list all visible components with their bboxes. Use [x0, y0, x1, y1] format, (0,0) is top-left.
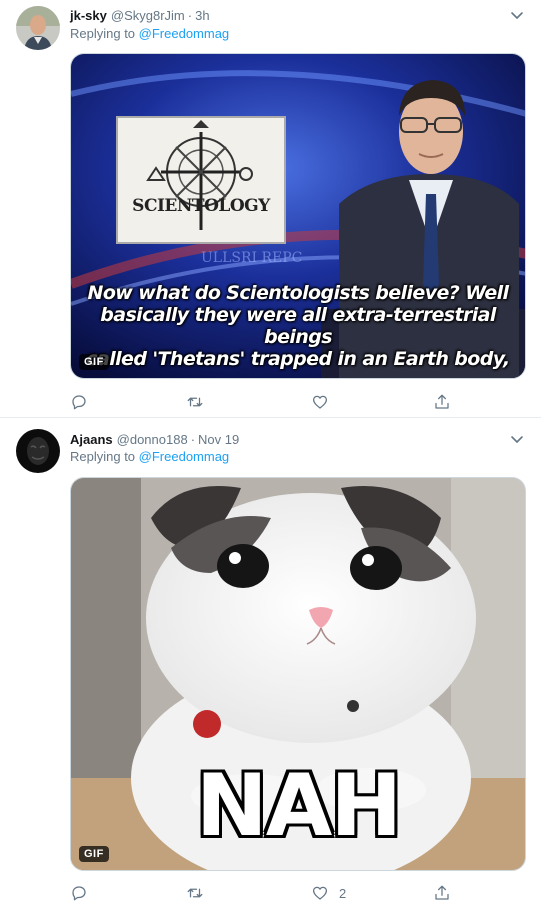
tweet-header: Ajaans @donno188 · Nov 19 — [70, 429, 525, 449]
tweet-actions — [70, 391, 526, 413]
scientology-emblem — [146, 120, 253, 230]
gif-badge: GIF — [79, 354, 109, 370]
replying-to-link[interactable]: @Freedommag — [139, 26, 230, 41]
share-button[interactable] — [433, 391, 451, 413]
tweet[interactable]: jk-sky @Skyg8rJim · 3h Replying to @Free… — [0, 0, 541, 418]
replying-label: Replying to — [70, 449, 139, 464]
share-icon — [435, 885, 449, 900]
timestamp[interactable]: Nov 19 — [198, 432, 239, 447]
replying-to-link[interactable]: @Freedommag — [139, 449, 230, 464]
avatar-photo — [16, 429, 60, 473]
timestamp[interactable]: 3h — [195, 8, 209, 23]
gif-media[interactable]: ULLSRI REPC SCIENTOLOGY Now what do Scie… — [70, 53, 526, 379]
retweet-icon — [187, 397, 203, 407]
tweet-header: jk-sky @Skyg8rJim · 3h — [70, 5, 525, 25]
replying-to: Replying to @Freedommag — [70, 26, 229, 41]
heart-icon — [312, 395, 328, 409]
replying-to: Replying to @Freedommag — [70, 449, 229, 464]
avatar-photo — [16, 6, 60, 50]
tweet-actions: 2 — [70, 882, 526, 904]
retweet-button[interactable] — [186, 391, 204, 413]
retweet-icon — [187, 888, 203, 898]
chevron-down-icon[interactable] — [509, 431, 525, 447]
display-name[interactable]: jk-sky — [70, 8, 107, 23]
reply-icon — [72, 886, 86, 901]
reply-button[interactable] — [70, 882, 88, 904]
share-icon — [435, 394, 449, 409]
chevron-down-icon[interactable] — [509, 7, 525, 23]
gif-overlay-text: NAH — [195, 756, 403, 856]
avatar[interactable] — [16, 6, 60, 50]
retweet-button[interactable] — [186, 882, 204, 904]
avatar[interactable] — [16, 429, 60, 473]
reply-icon — [72, 395, 86, 410]
gif-media[interactable]: NAH GIF — [70, 477, 526, 871]
user-handle[interactable]: @Skyg8rJim — [111, 8, 185, 23]
display-name[interactable]: Ajaans — [70, 432, 113, 447]
svg-text:ULLSRI REPC: ULLSRI REPC — [201, 250, 302, 266]
share-button[interactable] — [433, 882, 451, 904]
scientology-logo-sign: SCIENTOLOGY — [116, 116, 286, 244]
replying-label: Replying to — [70, 26, 139, 41]
gif-caption: Now what do Scientologists believe? Well… — [71, 282, 525, 370]
caption-line: called 'Thetans' trapped in an Earth bod… — [86, 348, 510, 370]
separator: · — [187, 7, 193, 23]
heart-icon — [312, 886, 328, 900]
scientology-text: SCIENTOLOGY — [132, 196, 270, 216]
reply-button[interactable] — [70, 391, 88, 413]
like-button[interactable] — [311, 391, 339, 413]
separator: · — [190, 431, 196, 447]
user-handle[interactable]: @donno188 — [117, 432, 188, 447]
tweet[interactable]: Ajaans @donno188 · Nov 19 Replying to @F… — [0, 419, 541, 909]
like-button[interactable]: 2 — [311, 882, 346, 904]
caption-line: basically they were all extra-terrestria… — [100, 304, 496, 348]
gif-badge: GIF — [79, 846, 109, 862]
like-count: 2 — [339, 885, 347, 901]
caption-line: Now what do Scientologists believe? Well — [87, 282, 510, 304]
